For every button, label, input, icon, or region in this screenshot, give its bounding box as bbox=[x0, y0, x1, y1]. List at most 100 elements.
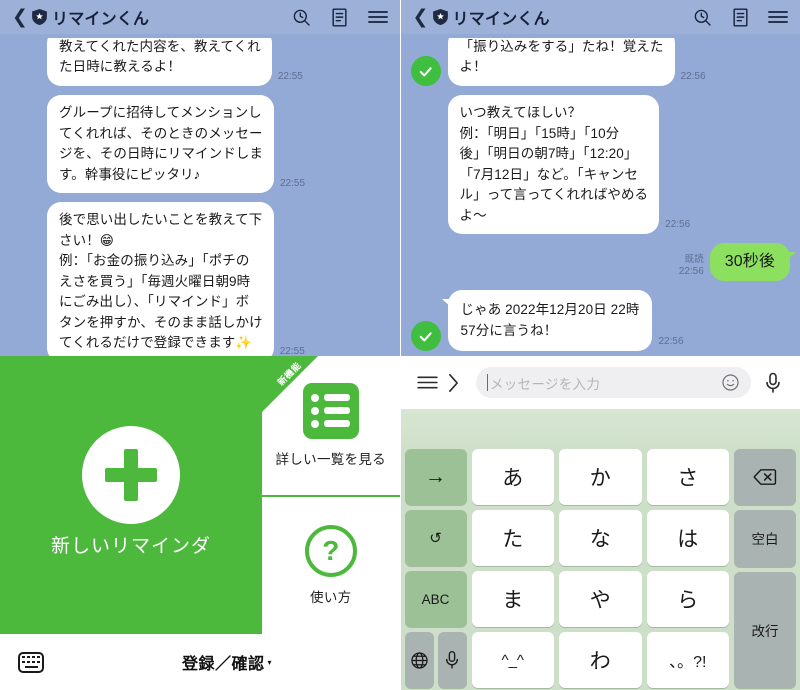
check-icon bbox=[416, 61, 435, 81]
notes-icon[interactable] bbox=[330, 7, 350, 27]
new-reminder-button[interactable]: 新しいリマインダ bbox=[0, 356, 262, 635]
chevron-right-icon[interactable] bbox=[441, 373, 467, 393]
kana-ya-key[interactable]: や bbox=[559, 571, 642, 627]
microphone-icon[interactable] bbox=[760, 372, 786, 394]
backspace-key[interactable] bbox=[734, 449, 796, 506]
message-status: 既読 22:56 bbox=[679, 254, 704, 278]
emoticon-key[interactable]: ^_^ bbox=[471, 632, 554, 688]
keyboard-dual-keys bbox=[404, 632, 467, 688]
punctuation-key[interactable]: 、。?! bbox=[646, 632, 729, 688]
keyboard-right-column: 空白 改行 bbox=[734, 449, 796, 688]
keyboard-row: → あ か さ bbox=[404, 449, 729, 505]
left-screen: ❮ リマインくん 教えてくれた内容を、教えてくれ た日時に教えるよ！ 22:55… bbox=[0, 0, 401, 690]
message-row: いつ教えてほしい？ 例：「明日」「15時」「10分 後」「明日の朝7時」「12:… bbox=[411, 95, 791, 235]
screenshot-root: ❮ リマインくん 教えてくれた内容を、教えてくれ た日時に教えるよ！ 22:55… bbox=[0, 0, 800, 690]
keyboard-rows: → あ か さ ↺ た な は ABC ま や ら ^_^ わ 、。?! 空白 … bbox=[401, 449, 800, 690]
space-key[interactable]: 空白 bbox=[734, 510, 796, 567]
plus-bar-vertical bbox=[124, 449, 138, 501]
keyboard-left-block: → あ か さ ↺ た な は ABC ま や ら ^_^ わ 、。?! bbox=[404, 449, 729, 688]
detail-list-button[interactable]: 新機能 詳しい一覧を見る bbox=[262, 356, 400, 497]
avatar[interactable] bbox=[410, 56, 441, 86]
message-timestamp: 22:56 bbox=[678, 265, 704, 277]
smiley-icon[interactable] bbox=[721, 373, 740, 392]
message-bubble: 「振り込みをする」たね！覚えた よ！ bbox=[447, 38, 675, 86]
how-to-use-button[interactable]: ? 使い方 bbox=[262, 496, 400, 635]
page-title: リマインくん bbox=[452, 11, 550, 28]
read-receipt: 既読 bbox=[684, 254, 704, 266]
message-bubble: じゃあ 2022年12月20日 22時 57分に言うね！ bbox=[441, 290, 653, 352]
kana-wa-key[interactable]: わ bbox=[559, 632, 642, 688]
voice-input-key[interactable] bbox=[437, 632, 467, 688]
back-icon[interactable]: ❮ bbox=[10, 8, 30, 27]
message-timestamp: 22:56 bbox=[680, 70, 706, 82]
list-icon-row bbox=[311, 393, 351, 402]
search-input[interactable]: メッセージを入力 bbox=[475, 367, 751, 398]
plus-circle bbox=[82, 426, 180, 524]
register-confirm-button[interactable]: 登録／確認 ▾ bbox=[182, 650, 272, 674]
undo-key[interactable]: ↺ bbox=[404, 510, 467, 566]
plus-icon bbox=[82, 426, 180, 531]
question-mark-icon: ? bbox=[304, 525, 357, 578]
kana-ta-key[interactable]: た bbox=[471, 510, 554, 566]
keyboard-dots bbox=[22, 660, 40, 664]
caret-down-icon: ▾ bbox=[267, 657, 272, 667]
message-timestamp: 22:55 bbox=[277, 70, 303, 82]
kana-ha-key[interactable]: は bbox=[646, 510, 729, 566]
message-bubble: 後で思い出したいことを教えて下 さい！😁 例：「お金の振り込み」「ポチの えさを… bbox=[47, 202, 274, 362]
keyboard-icon[interactable] bbox=[18, 651, 44, 673]
message-input-placeholder: メッセージを入力 bbox=[490, 376, 601, 392]
message-bubble: いつ教えてほしい？ 例：「明日」「15時」「10分 後」「明日の朝7時」「12:… bbox=[447, 95, 660, 235]
kana-ra-key[interactable]: ら bbox=[646, 571, 729, 627]
keyboard-dots bbox=[22, 655, 40, 659]
rich-menu: 新しいリマインダ 新機能 詳しい一覧を見る ? 使い方 bbox=[0, 356, 400, 635]
search-history-icon[interactable] bbox=[692, 7, 712, 27]
avatar[interactable] bbox=[410, 321, 441, 352]
left-chat-body: 教えてくれた内容を、教えてくれ た日時に教えるよ！ 22:55 グループに招待し… bbox=[0, 34, 400, 362]
on-screen-keyboard: → あ か さ ↺ た な は ABC ま や ら ^_^ わ 、。?! 空白 … bbox=[400, 409, 800, 690]
right-screen: ❮ リマインくん 「振り込みをする」たね！覚えた よ！ 22:56 いつ教えてほ… bbox=[400, 0, 800, 690]
text-cursor bbox=[486, 374, 488, 391]
chat-header: ❮ リマインくん bbox=[400, 0, 800, 34]
keyboard-row: ^_^ わ 、。?! bbox=[404, 632, 729, 688]
kana-ka-key[interactable]: か bbox=[559, 449, 642, 505]
kana-na-key[interactable]: な bbox=[559, 510, 642, 566]
message-timestamp: 22:55 bbox=[280, 177, 306, 189]
detail-list-label: 詳しい一覧を見る bbox=[275, 451, 386, 467]
cursor-right-key[interactable]: → bbox=[404, 449, 467, 505]
chat-header: ❮ リマインくん bbox=[0, 0, 400, 34]
keyboard-main-split: → あ か さ ↺ た な は ABC ま や ら ^_^ わ 、。?! 空白 … bbox=[404, 449, 796, 688]
list-icon bbox=[302, 382, 359, 439]
new-reminder-label: 新しいリマインダ bbox=[50, 536, 211, 557]
rich-menu-right-column: 新機能 詳しい一覧を見る ? 使い方 bbox=[262, 356, 400, 635]
message-row: 後で思い出したいことを教えて下 さい！😁 例：「お金の振り込み」「ポチの えさを… bbox=[10, 202, 390, 362]
page-title: リマインくん bbox=[52, 11, 150, 28]
shield-star-icon bbox=[432, 9, 448, 25]
menu-icon[interactable] bbox=[768, 7, 788, 27]
kana-ma-key[interactable]: ま bbox=[471, 571, 554, 627]
message-row-outgoing: 既読 22:56 30秒後 bbox=[411, 243, 797, 282]
right-chat-body: 「振り込みをする」たね！覚えた よ！ 22:56 いつ教えてほしい？ 例：「明日… bbox=[400, 34, 800, 356]
enter-key[interactable]: 改行 bbox=[734, 571, 796, 688]
keyboard-spacebar bbox=[24, 665, 38, 669]
keyboard-row: ABC ま や ら bbox=[404, 571, 729, 627]
search-history-icon[interactable] bbox=[292, 7, 312, 27]
globe-key[interactable] bbox=[404, 632, 434, 688]
message-timestamp: 22:56 bbox=[658, 335, 684, 347]
keyboard-row: ↺ た な は bbox=[404, 510, 729, 566]
register-confirm-label: 登録／確認 bbox=[181, 656, 265, 673]
kana-a-key[interactable]: あ bbox=[471, 449, 554, 505]
menu-icon[interactable] bbox=[367, 7, 388, 27]
message-row: じゃあ 2022年12月20日 22時 57分に言うね！ 22:56 bbox=[410, 290, 791, 352]
message-bubble: グループに招待してメンションし てくれれば、そのときのメッセー ジを、その日時に… bbox=[47, 95, 274, 194]
list-icon-row bbox=[311, 419, 351, 428]
message-input-bar: メッセージを入力 bbox=[400, 356, 800, 409]
back-icon[interactable]: ❮ bbox=[411, 8, 431, 27]
keyboard-suggestion-bar[interactable] bbox=[400, 409, 800, 449]
list-icon-row bbox=[311, 406, 351, 415]
kana-sa-key[interactable]: さ bbox=[646, 449, 729, 505]
check-icon bbox=[416, 326, 435, 346]
menu-icon[interactable] bbox=[415, 375, 441, 390]
message-timestamp: 22:56 bbox=[665, 218, 691, 230]
abc-mode-key[interactable]: ABC bbox=[404, 571, 467, 627]
notes-icon[interactable] bbox=[730, 7, 750, 27]
